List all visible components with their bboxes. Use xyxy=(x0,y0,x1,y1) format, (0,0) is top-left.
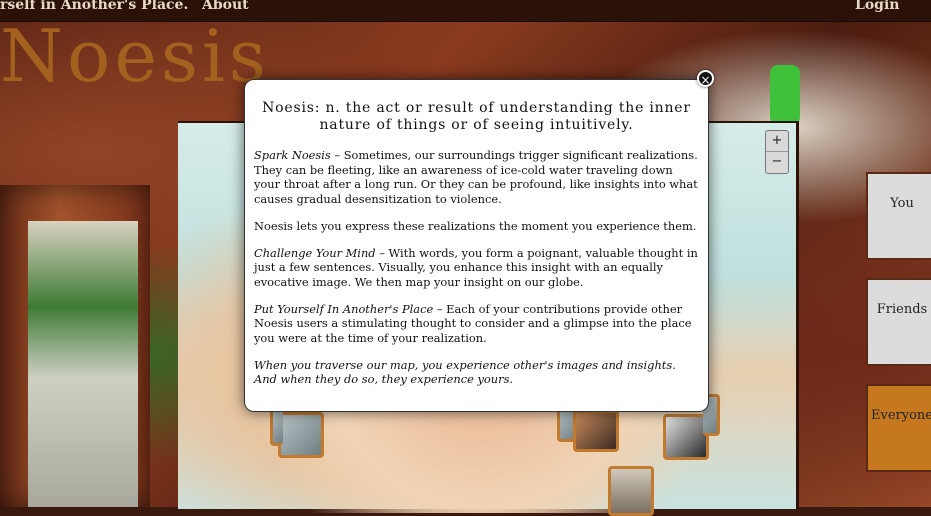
background-frame-image xyxy=(28,221,138,507)
modal-paragraph-lead: Put Yourself In Another's Place xyxy=(254,301,434,316)
nav-login-link[interactable]: Login xyxy=(855,0,899,13)
modal-paragraph-text: Noesis lets you express these realizatio… xyxy=(254,218,697,233)
modal-paragraph-italic: When you traverse our map, you experienc… xyxy=(254,357,676,387)
modal-paragraph: Noesis lets you express these realizatio… xyxy=(254,219,699,234)
zoom-out-button[interactable]: − xyxy=(766,152,788,172)
about-modal: Noesis: n. the act or result of understa… xyxy=(244,79,709,412)
modal-paragraph: Put Yourself In Another's Place – Each o… xyxy=(254,302,699,346)
tab-everyone[interactable]: Everyone xyxy=(866,384,931,472)
map-thumbnail[interactable] xyxy=(278,412,324,458)
map-thumbnail[interactable] xyxy=(573,410,619,452)
zoom-in-button[interactable]: + xyxy=(766,131,788,152)
background-frame xyxy=(0,185,150,507)
modal-title: Noesis: n. the act or result of understa… xyxy=(262,100,691,133)
nav-tagline: rself in Another's Place. xyxy=(0,0,189,13)
modal-paragraph: Spark Noesis – Sometimes, our surroundin… xyxy=(254,148,699,207)
nav-about-link[interactable]: About xyxy=(202,0,249,13)
map-zoom-control: + − xyxy=(765,130,789,174)
modal-paragraph: When you traverse our map, you experienc… xyxy=(254,358,699,387)
modal-paragraph-lead: Challenge Your Mind xyxy=(254,245,376,260)
map-thumbnail[interactable] xyxy=(270,408,283,446)
site-logo[interactable]: Noesis xyxy=(0,20,270,92)
modal-paragraph: Challenge Your Mind – With words, you fo… xyxy=(254,246,699,290)
background-green-patch xyxy=(770,65,800,125)
map-thumbnail[interactable] xyxy=(608,466,654,516)
tab-friends[interactable]: Friends xyxy=(866,278,931,366)
close-icon[interactable]: × xyxy=(697,70,714,87)
tab-you[interactable]: You xyxy=(866,172,931,260)
modal-paragraph-lead: Spark Noesis xyxy=(254,148,331,162)
